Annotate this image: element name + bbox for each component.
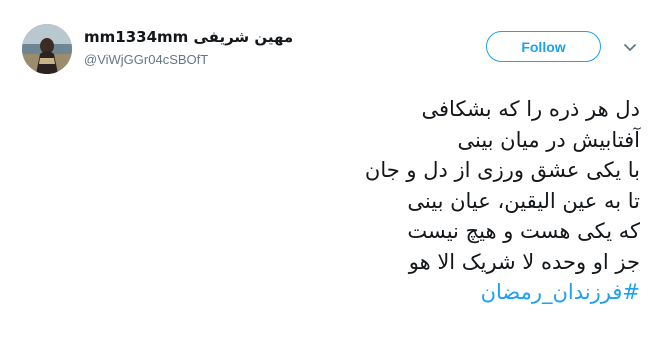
tweet-line: تا به عین الیقین، عیان بینی <box>407 188 640 213</box>
user-handle[interactable]: @ViWjGGr04cSBOfT <box>84 52 208 67</box>
chevron-down-icon[interactable] <box>621 38 639 56</box>
tweet-line: که یکی هست و هیچ نیست <box>407 219 640 243</box>
tweet-line: آفتابیش در میان بینی <box>457 127 640 152</box>
tweet-line: جز او وحده لا شریک الا هو <box>408 249 640 274</box>
user-display-name[interactable]: mm1334mm مهین شریفی <box>84 28 293 46</box>
avatar[interactable] <box>22 24 72 74</box>
tweet-text: دل هر ذره را که بشکافی آفتابیش در میان ب… <box>160 94 640 308</box>
follow-button[interactable]: Follow <box>486 31 601 62</box>
tweet-line: با یکی عشق ورزی از دل و جان <box>364 158 640 182</box>
tweet-line: دل هر ذره را که بشکافی <box>421 97 641 121</box>
hashtag-link[interactable]: #فرزندان_رمضان <box>160 277 640 308</box>
